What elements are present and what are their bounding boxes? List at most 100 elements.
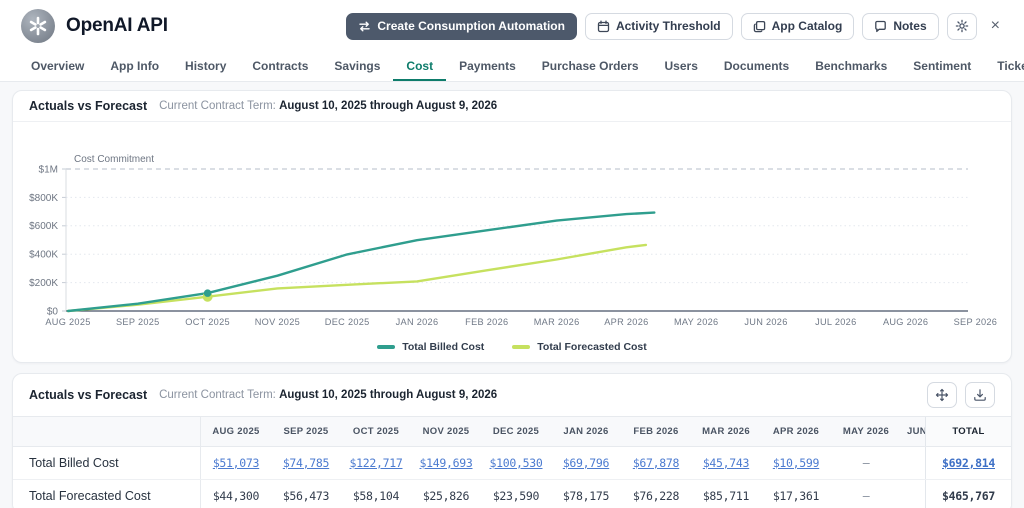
tab-users[interactable]: Users <box>652 53 711 81</box>
tab-sentiment[interactable]: Sentiment <box>900 53 984 81</box>
automation-icon <box>359 21 371 31</box>
tab-cost[interactable]: Cost <box>393 53 447 81</box>
tab-purchase-orders[interactable]: Purchase Orders <box>529 53 652 81</box>
billed-value-link[interactable]: $100,530 <box>490 456 543 470</box>
value-cell: – <box>831 447 901 479</box>
tab-savings[interactable]: Savings <box>321 53 393 81</box>
contract-term-value: August 10, 2025 through August 9, 2026 <box>279 100 498 112</box>
notes-label: Notes <box>893 19 927 33</box>
table-row: Total Billed Cost $51,073 $74,785 $122,717 $… <box>13 447 1011 480</box>
tab-app-info[interactable]: App Info <box>97 53 172 81</box>
download-button[interactable] <box>965 382 995 408</box>
gear-icon <box>955 19 968 33</box>
month-header-cell: APR 2026 <box>772 426 820 437</box>
value-cell: – <box>831 480 901 508</box>
page-title: OpenAI API <box>66 15 168 36</box>
total-header-cell: TOTAL <box>925 417 1011 446</box>
table-card-header: Actuals vs Forecast Current Contract Ter… <box>13 374 1011 416</box>
contract-term-label: Current Contract Term: <box>159 389 276 401</box>
billed-value-link[interactable]: $51,073 <box>213 456 260 470</box>
value-dash: – <box>862 489 870 503</box>
table-tools <box>927 382 995 408</box>
tab-overview[interactable]: Overview <box>18 53 97 81</box>
svg-text:MAR 2026: MAR 2026 <box>534 317 580 327</box>
chart-area: $0 $200K $400K $600K $800K $1M Cost Commitment… <box>13 122 1011 362</box>
forecast-value: $58,104 <box>352 489 400 503</box>
create-consumption-automation-button[interactable]: Create Consumption Automation <box>346 12 577 40</box>
legend-swatch <box>512 345 531 349</box>
chart-card-title: Actuals vs Forecast <box>29 99 148 113</box>
activity-threshold-button[interactable]: Activity Threshold <box>584 12 733 40</box>
billed-value-link[interactable]: $74,785 <box>283 456 330 470</box>
notes-button[interactable]: Notes <box>862 12 939 40</box>
billed-value-link[interactable]: $45,743 <box>703 456 750 470</box>
chart-card-header: Actuals vs Forecast Current Contract Ter… <box>13 91 1011 122</box>
tab-history[interactable]: History <box>172 53 239 81</box>
month-header-cell: SEP 2025 <box>283 426 329 437</box>
value-cell: $45,743 <box>691 447 761 479</box>
month-header-cell: JUN 2026 <box>907 426 925 437</box>
value-cell: $23,590 <box>481 480 551 508</box>
value-dash: – <box>862 456 870 470</box>
tab-benchmarks[interactable]: Benchmarks <box>802 53 900 81</box>
svg-text:$1M: $1M <box>39 164 58 175</box>
forecast-value: $44,300 <box>212 489 260 503</box>
month-header-cell: MAY 2026 <box>842 426 890 437</box>
svg-text:$800K: $800K <box>29 193 58 204</box>
value-cell: $69,796 <box>551 447 621 479</box>
catalog-icon <box>753 20 765 32</box>
tab-tickets-created[interactable]: Tickets Created <box>984 53 1024 81</box>
billed-value-link[interactable]: $69,796 <box>563 456 610 470</box>
value-cell: $17,361 <box>761 480 831 508</box>
legend-item: Total Billed Cost <box>377 341 484 353</box>
month-header-cell: AUG 2025 <box>212 426 260 437</box>
forecast-value: $76,228 <box>632 489 680 503</box>
legend-item: Total Forecasted Cost <box>512 341 647 353</box>
create-consumption-automation-label: Create Consumption Automation <box>377 19 565 33</box>
month-header-cell: MAR 2026 <box>702 426 750 437</box>
forecast-value: $25,826 <box>422 489 470 503</box>
openai-logo <box>21 9 55 43</box>
svg-text:$0: $0 <box>47 306 59 317</box>
forecast-value: $17,361 <box>772 489 820 503</box>
expand-move-button[interactable] <box>927 382 957 408</box>
billed-value-link[interactable]: $149,693 <box>420 456 473 470</box>
forecast-value: $85,711 <box>702 489 750 503</box>
billed-value-link[interactable]: $122,717 <box>350 456 403 470</box>
svg-text:$200K: $200K <box>29 278 58 289</box>
svg-text:MAY 2026: MAY 2026 <box>674 317 718 327</box>
svg-text:AUG 2026: AUG 2026 <box>883 317 928 327</box>
value-cell: $67,878 <box>621 447 691 479</box>
contract-term-value: August 10, 2025 through August 9, 2026 <box>279 389 498 401</box>
actuals-vs-forecast-chart[interactable]: $0 $200K $400K $600K $800K $1M Cost Commitment… <box>16 124 1008 336</box>
tab-contracts[interactable]: Contracts <box>239 53 321 81</box>
close-icon[interactable]: × <box>985 18 1004 34</box>
billed-value-link[interactable]: $67,878 <box>633 456 680 470</box>
month-header-cell: OCT 2025 <box>352 426 400 437</box>
svg-text:$600K: $600K <box>29 221 58 232</box>
empty-cell <box>901 447 925 479</box>
value-cell: $100,530 <box>481 447 551 479</box>
total-cell: $692,814 <box>925 447 1011 479</box>
settings-button[interactable] <box>946 12 977 40</box>
table-header-label-cell <box>13 417 201 446</box>
tab-payments[interactable]: Payments <box>446 53 529 81</box>
contract-term: Current Contract Term: August 10, 2025 t… <box>159 389 497 401</box>
forecast-value: $56,473 <box>282 489 330 503</box>
total-billed-link[interactable]: $692,814 <box>942 456 995 470</box>
tab-bar: Overview App Info History Contracts Savings C… <box>0 52 1024 82</box>
value-cell: $74,785 <box>271 447 341 479</box>
tab-documents[interactable]: Documents <box>711 53 802 81</box>
value-cell: $56,473 <box>271 480 341 508</box>
download-icon <box>974 389 986 401</box>
billed-value-link[interactable]: $10,599 <box>773 456 820 470</box>
svg-text:Cost Commitment: Cost Commitment <box>74 154 154 165</box>
activity-threshold-label: Activity Threshold <box>615 19 721 33</box>
value-cell: $44,300 <box>201 480 271 508</box>
forecast-value: $23,590 <box>492 489 540 503</box>
app-catalog-button[interactable]: App Catalog <box>740 12 855 40</box>
month-header-cell: JAN 2026 <box>563 426 609 437</box>
value-cell: $25,826 <box>411 480 481 508</box>
total-forecast-value: $465,767 <box>942 489 995 503</box>
svg-text:SEP 2025: SEP 2025 <box>116 317 160 327</box>
